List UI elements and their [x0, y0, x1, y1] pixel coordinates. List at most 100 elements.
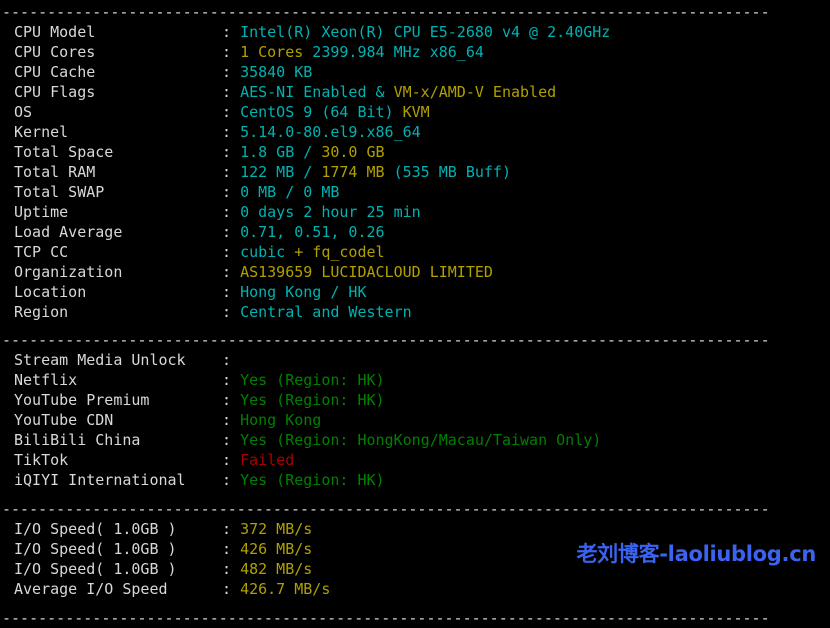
row-value: Central and Western: [240, 303, 412, 321]
row-label: BiliBili China: [14, 431, 141, 449]
value-segment: 426 MB/s: [240, 540, 313, 558]
row-colon: :: [222, 391, 241, 409]
system-info-row: Kernel: 5.14.0-80.el9.x86_64: [0, 122, 830, 142]
row-colon: :: [222, 520, 241, 538]
row-value: cubic + fq_codel: [240, 243, 385, 261]
row-label: Region: [14, 303, 69, 321]
row-colon: :: [222, 103, 241, 121]
row-value: 5.14.0-80.el9.x86_64: [240, 123, 421, 141]
value-segment: 0 days 2 hour 25 min: [240, 203, 421, 221]
stream-media-row: TikTok: Failed: [0, 450, 830, 470]
row-value: 122 MB / 1774 MB (535 MB Buff): [240, 163, 511, 181]
row-value: 426 MB/s: [240, 540, 312, 558]
value-segment: 0 MB / 0 MB: [240, 183, 340, 201]
value-segment: cubic: [240, 243, 286, 261]
system-info-row: CPU Flags: AES-NI Enabled & VM-x/AMD-V E…: [0, 82, 830, 102]
row-colon: :: [222, 43, 241, 61]
row-value: Hong Kong: [240, 411, 321, 429]
row-label: Location: [14, 283, 87, 301]
row-label: Average I/O Speed: [14, 580, 168, 598]
row-label: Total SWAP: [14, 183, 105, 201]
value-segment: + fq_codel: [285, 243, 385, 261]
value-segment: (535 MB Buff): [384, 163, 511, 181]
value-segment: CentOS 9 (64 Bit): [240, 103, 403, 121]
row-value: 1.8 GB / 30.0 GB: [240, 143, 385, 161]
stream-media-row: iQIYI International: Yes (Region: HK): [0, 470, 830, 490]
value-segment: 482 MB/s: [240, 560, 313, 578]
row-label: iQIYI International: [14, 471, 186, 489]
separator-top: ----------------------------------------…: [2, 3, 770, 21]
row-value: 482 MB/s: [240, 560, 312, 578]
row-value: 35840 KB: [240, 63, 312, 81]
system-info-row: OS: CentOS 9 (64 Bit) KVM: [0, 102, 830, 122]
row-colon: :: [222, 63, 241, 81]
row-colon: :: [222, 123, 241, 141]
row-colon: :: [222, 560, 241, 578]
row-colon: :: [222, 23, 241, 41]
row-colon: :: [222, 243, 241, 261]
row-colon: :: [222, 143, 241, 161]
row-colon: :: [222, 580, 241, 598]
value-segment: Failed: [240, 451, 295, 469]
row-label: Netflix: [14, 371, 78, 389]
row-colon: :: [222, 203, 241, 221]
row-colon: :: [222, 540, 241, 558]
row-label: YouTube CDN: [14, 411, 114, 429]
row-value: 0 days 2 hour 25 min: [240, 203, 421, 221]
row-colon: :: [222, 371, 241, 389]
row-colon: :: [222, 471, 241, 489]
system-info-row: CPU Model: Intel(R) Xeon(R) CPU E5-2680 …: [0, 22, 830, 42]
value-segment: Central and Western: [240, 303, 412, 321]
value-segment: AES-NI Enabled: [240, 83, 367, 101]
system-info-row: Organization: AS139659 LUCIDACLOUD LIMIT…: [0, 262, 830, 282]
terminal-output: ----------------------------------------…: [0, 0, 830, 627]
row-colon: :: [222, 451, 241, 469]
row-colon: :: [222, 411, 241, 429]
row-value: CentOS 9 (64 Bit) KVM: [240, 103, 430, 121]
row-label: CPU Model: [14, 23, 96, 41]
stream-media-row: YouTube CDN: Hong Kong: [0, 410, 830, 430]
row-colon: :: [222, 431, 241, 449]
system-info-row: Load Average: 0.71, 0.51, 0.26: [0, 222, 830, 242]
row-label: Stream Media Unlock: [14, 351, 186, 369]
row-colon: :: [222, 83, 241, 101]
separator-middle-2: ----------------------------------------…: [2, 500, 770, 518]
row-value: AS139659 LUCIDACLOUD LIMITED: [240, 263, 493, 281]
value-segment: Hong Kong: [240, 411, 322, 429]
value-segment: KVM: [402, 103, 430, 121]
row-label: CPU Cache: [14, 63, 96, 81]
row-colon: :: [222, 263, 241, 281]
value-segment: Hong Kong / HK: [240, 283, 367, 301]
system-info-row: Total SWAP: 0 MB / 0 MB: [0, 182, 830, 202]
row-label: TCP CC: [14, 243, 69, 261]
row-label: OS: [14, 103, 33, 121]
value-segment: 2399.984 MHz x86_64: [303, 43, 484, 61]
value-segment: 0.71, 0.51, 0.26: [240, 223, 385, 241]
system-info-row: Location: Hong Kong / HK: [0, 282, 830, 302]
row-colon: :: [222, 223, 241, 241]
value-segment: Yes (Region: HK): [240, 391, 385, 409]
row-value: AES-NI Enabled & VM-x/AMD-V Enabled: [240, 83, 556, 101]
system-info-row: TCP CC: cubic + fq_codel: [0, 242, 830, 262]
value-segment: 1774 MB: [321, 163, 385, 181]
value-segment: Yes (Region: HK): [240, 471, 385, 489]
system-info-row: CPU Cores: 1 Cores 2399.984 MHz x86_64: [0, 42, 830, 62]
value-segment: &: [366, 83, 394, 101]
row-colon: :: [222, 303, 241, 321]
row-label: CPU Cores: [14, 43, 96, 61]
row-colon: :: [222, 283, 241, 301]
system-info-row: Total Space: 1.8 GB / 30.0 GB: [0, 142, 830, 162]
row-label: I/O Speed( 1.0GB ): [14, 520, 177, 538]
row-value: Yes (Region: HK): [240, 391, 385, 409]
separator-bottom: ----------------------------------------…: [2, 609, 770, 627]
row-label: CPU Flags: [14, 83, 96, 101]
row-colon: :: [222, 351, 241, 369]
row-label: Organization: [14, 263, 123, 281]
value-segment: Intel(R) Xeon(R) CPU E5-2680 v4 @ 2.40GH…: [240, 23, 611, 41]
row-value: 372 MB/s: [240, 520, 312, 538]
row-value: 1 Cores 2399.984 MHz x86_64: [240, 43, 484, 61]
row-value: Yes (Region: HK): [240, 371, 385, 389]
value-segment: 372 MB/s: [240, 520, 313, 538]
